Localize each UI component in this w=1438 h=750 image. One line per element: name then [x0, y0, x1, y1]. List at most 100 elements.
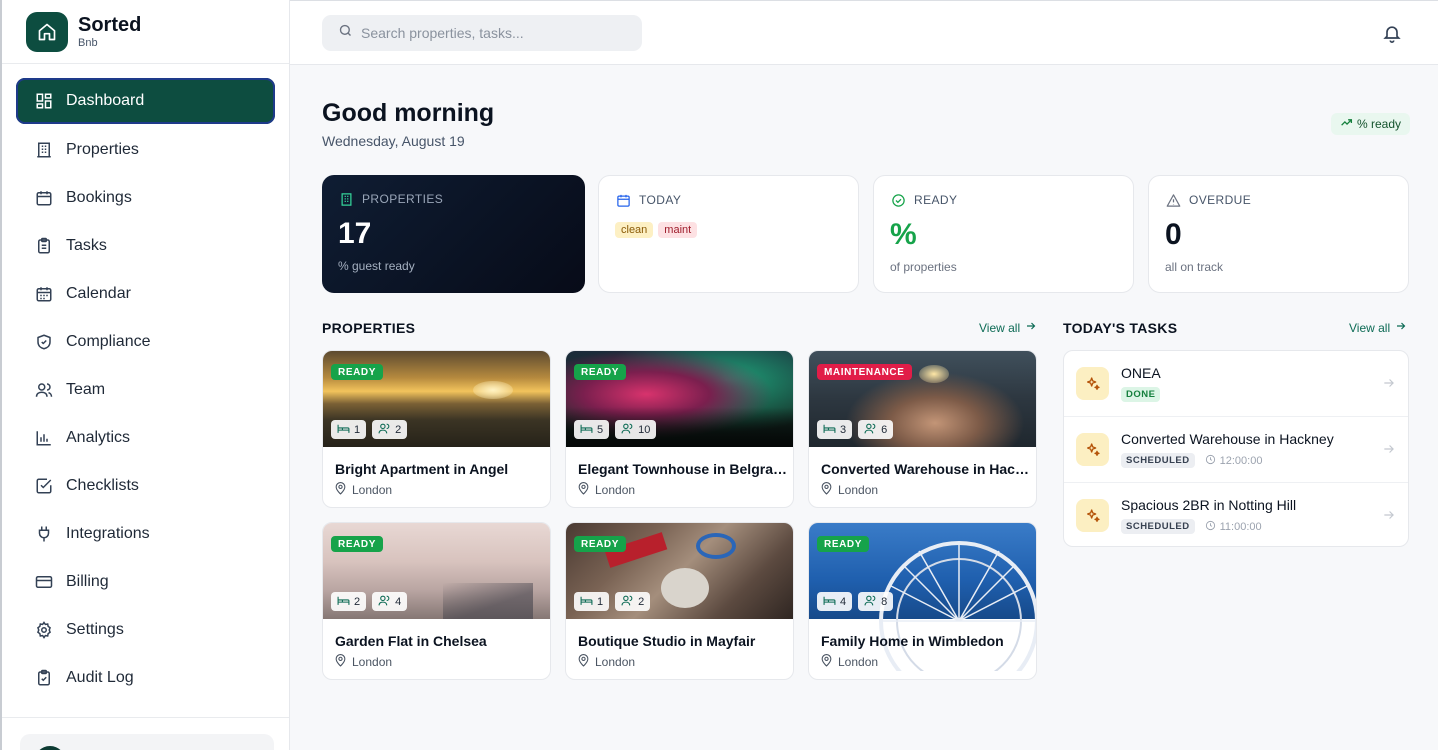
arrow-right-icon [1025, 320, 1037, 335]
sidebar-item-label: Analytics [66, 429, 131, 446]
bed-icon [823, 595, 836, 609]
stat-subtext: all on track [1165, 260, 1224, 274]
status-badge: MAINTENANCE [817, 364, 912, 380]
task-row[interactable]: Spacious 2BR in Notting Hill SCHEDULED 1… [1064, 483, 1408, 549]
sidebar-item-label: Audit Log [66, 669, 134, 686]
guests-count: 2 [615, 592, 651, 611]
stat-label: OVERDUE [1189, 193, 1252, 207]
tasks-list: ONEA DONE Converted Warehouse in Hackney… [1063, 350, 1409, 547]
users-icon [378, 594, 391, 610]
warning-icon [1165, 192, 1181, 208]
home-logo-icon [26, 11, 68, 52]
property-name: Garden Flat in Chelsea [335, 633, 487, 649]
properties-view-all-link[interactable]: View all [979, 320, 1037, 335]
sidebar-item-settings[interactable]: Settings [2, 606, 289, 654]
tasks-view-all-link[interactable]: View all [1349, 320, 1407, 335]
stat-card-today[interactable]: TODAY clean maint [598, 175, 859, 293]
beds-count: 2 [331, 592, 367, 611]
task-row[interactable]: ONEA DONE [1064, 351, 1408, 417]
property-card[interactable]: READY 2 4 Garden Flat in Chelsea London [322, 522, 551, 680]
dashboard-icon [34, 91, 54, 111]
search-box[interactable] [322, 15, 642, 51]
map-pin-icon [335, 482, 346, 498]
user-card[interactable] [20, 734, 274, 750]
map-pin-icon [821, 482, 832, 498]
guests-count: 4 [372, 592, 408, 611]
property-card[interactable]: MAINTENANCE 3 6 Converted Warehouse in H… [808, 350, 1037, 508]
bed-icon [337, 423, 350, 437]
sidebar-item-audit-log[interactable]: Audit Log [2, 654, 289, 702]
arrow-right-icon [1382, 508, 1396, 527]
stat-label: PROPERTIES [362, 192, 444, 206]
view-all-label: View all [979, 320, 1021, 335]
avatar [34, 746, 66, 750]
sidebar-item-checklists[interactable]: Checklists [2, 462, 289, 510]
users-icon [621, 422, 634, 438]
sidebar-item-label: Compliance [66, 333, 151, 350]
clock-icon [1205, 454, 1216, 468]
sidebar-item-label: Bookings [66, 189, 132, 206]
sidebar-item-properties[interactable]: Properties [2, 126, 289, 174]
ready-badge-label: % ready [1356, 117, 1401, 131]
map-pin-icon [578, 654, 589, 670]
plug-icon [34, 524, 54, 544]
users-icon [34, 380, 54, 400]
bed-icon [337, 595, 350, 609]
page-title: Good morning [322, 99, 495, 127]
status-badge: READY [817, 536, 870, 552]
map-pin-icon [335, 654, 346, 670]
task-time: 12:00:00 [1205, 454, 1262, 468]
bell-icon[interactable] [1382, 23, 1402, 43]
property-name: Converted Warehouse in Hackney [821, 461, 1031, 477]
check-circle-icon [890, 192, 906, 208]
sidebar-item-dashboard[interactable]: Dashboard [16, 78, 275, 124]
stat-card-ready[interactable]: READY % of properties [873, 175, 1134, 293]
brand[interactable]: Sorted Bnb [2, 0, 289, 64]
sidebar-item-bookings[interactable]: Bookings [2, 174, 289, 222]
property-card[interactable]: READY 4 8 Family Home in Wimbledon Londo… [808, 522, 1037, 680]
building-icon [34, 140, 54, 160]
sidebar-item-integrations[interactable]: Integrations [2, 510, 289, 558]
beds-count: 1 [331, 420, 367, 439]
properties-section-title: PROPERTIES [322, 320, 416, 336]
clipboard-check-icon [34, 668, 54, 688]
clipboard-icon [34, 236, 54, 256]
task-name: Converted Warehouse in Hackney [1121, 431, 1334, 447]
sidebar-item-label: Dashboard [66, 92, 145, 109]
sidebar-item-analytics[interactable]: Analytics [2, 414, 289, 462]
task-name: ONEA [1121, 365, 1161, 381]
chip-clean: clean [615, 222, 654, 238]
sidebar-item-compliance[interactable]: Compliance [2, 318, 289, 366]
ferris-wheel-graphic [879, 541, 1036, 671]
task-row[interactable]: Converted Warehouse in Hackney SCHEDULED… [1064, 417, 1408, 483]
guests-count: 10 [615, 420, 657, 439]
credit-card-icon [34, 572, 54, 592]
task-status-badge: SCHEDULED [1121, 453, 1195, 468]
task-name: Spacious 2BR in Notting Hill [1121, 497, 1297, 513]
task-status-badge: SCHEDULED [1121, 519, 1195, 534]
page-date: Wednesday, August 19 [322, 133, 465, 149]
sidebar-item-team[interactable]: Team [2, 366, 289, 414]
stat-card-overdue[interactable]: OVERDUE 0 all on track [1148, 175, 1409, 293]
stat-card-properties[interactable]: PROPERTIES 17 % guest ready [322, 175, 585, 293]
search-input[interactable] [361, 25, 621, 41]
map-pin-icon [578, 482, 589, 498]
map-pin-icon [821, 654, 832, 670]
property-card[interactable]: READY 5 10 Elegant Townhouse in Belgravi… [565, 350, 794, 508]
arrow-right-icon [1382, 376, 1396, 395]
sidebar-item-billing[interactable]: Billing [2, 558, 289, 606]
sidebar-item-calendar[interactable]: Calendar [2, 270, 289, 318]
sidebar-item-label: Calendar [66, 285, 131, 302]
sidebar-item-label: Checklists [66, 477, 139, 494]
property-card[interactable]: READY 1 2 Bright Apartment in Angel Lond… [322, 350, 551, 508]
ready-badge: % ready [1330, 113, 1410, 135]
users-icon [864, 594, 877, 610]
sidebar-footer [2, 717, 289, 750]
bed-icon [580, 595, 593, 609]
sidebar-item-tasks[interactable]: Tasks [2, 222, 289, 270]
beds-count: 3 [817, 420, 853, 439]
property-card[interactable]: READY 1 2 Boutique Studio in Mayfair Lon… [565, 522, 794, 680]
stat-label: TODAY [639, 193, 682, 207]
property-name: Elegant Townhouse in Belgravia [578, 461, 788, 477]
sidebar-item-label: Integrations [66, 525, 150, 542]
